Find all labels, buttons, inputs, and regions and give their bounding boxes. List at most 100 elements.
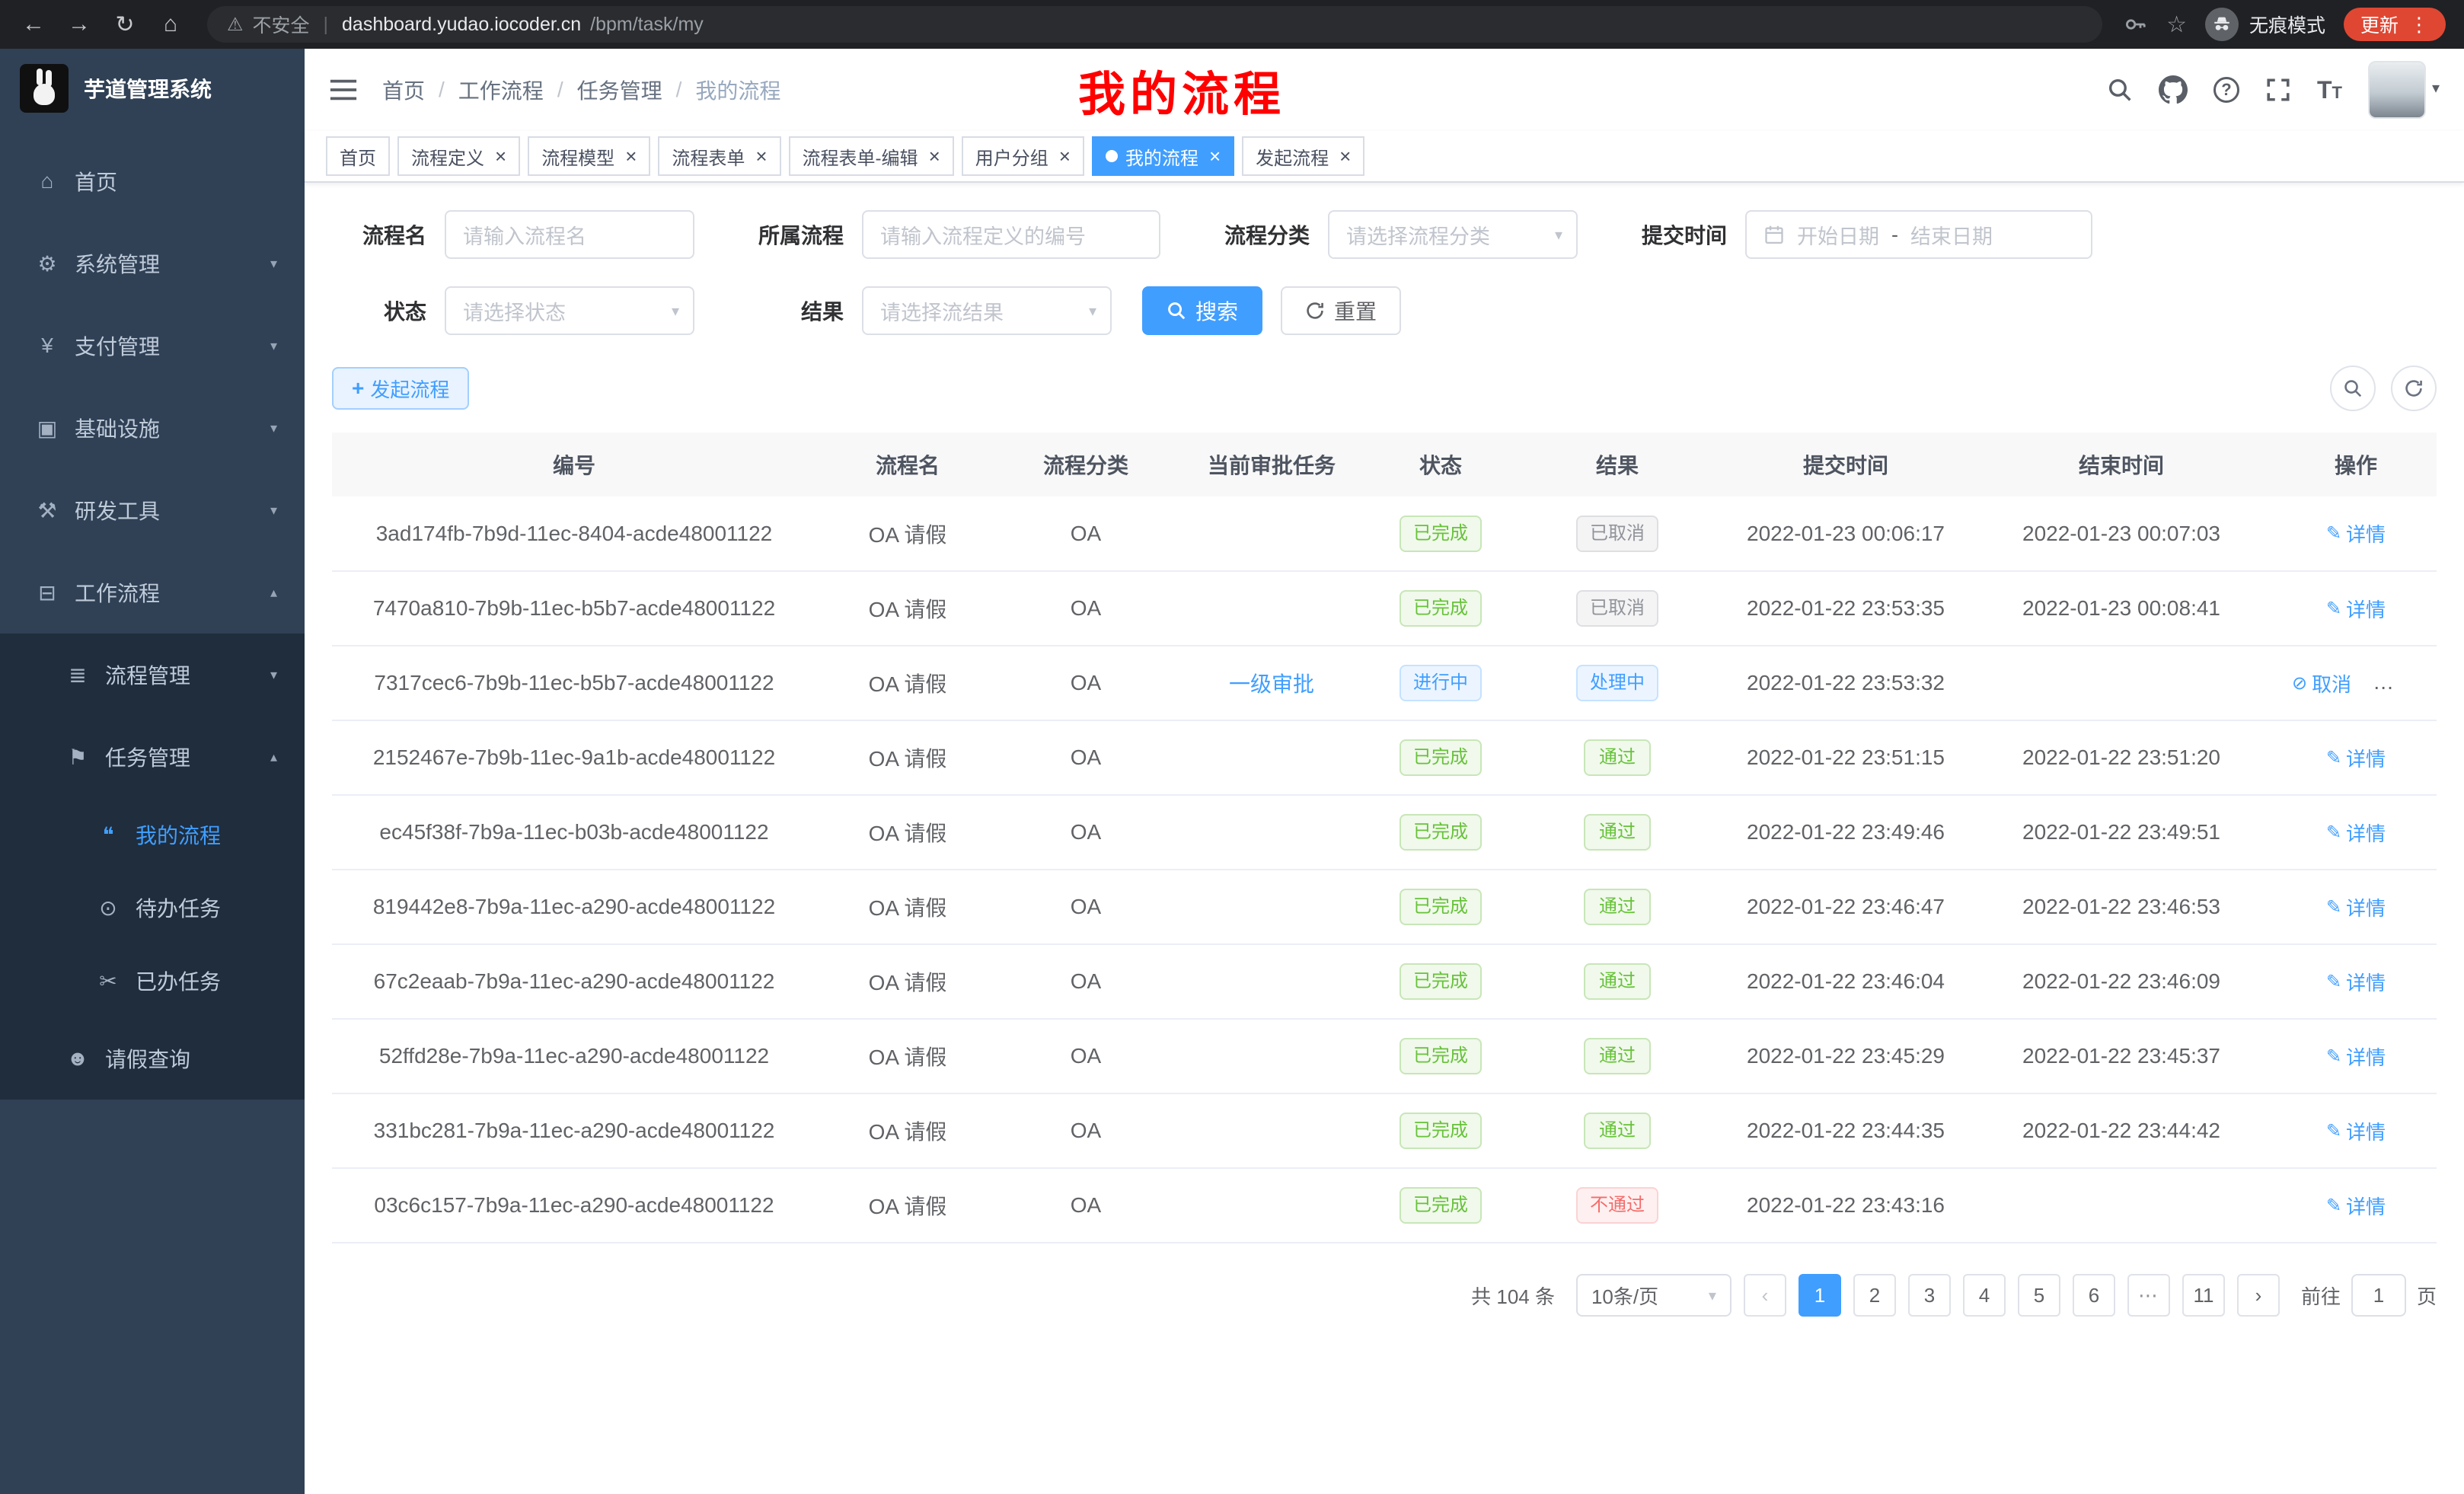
font-size-icon[interactable]: TT xyxy=(2317,76,2342,104)
todo-task-icon: ⊙ xyxy=(91,895,125,921)
user-menu[interactable]: ▾ xyxy=(2368,61,2440,119)
detail-button[interactable]: ✎详情 xyxy=(2326,1042,2386,1071)
page-button-6[interactable]: 6 xyxy=(2073,1274,2115,1317)
tab-process-model[interactable]: 流程模型× xyxy=(528,136,650,176)
sidebar-item-infrastructure[interactable]: ▣基础设施▾ xyxy=(0,387,305,469)
tab-home[interactable]: 首页 xyxy=(326,136,390,176)
detail-button[interactable]: ✎详情 xyxy=(2326,744,2386,772)
current-task-link[interactable]: 一级审批 xyxy=(1229,668,1314,698)
tab-process-form-edit[interactable]: 流程表单-编辑× xyxy=(789,136,954,176)
column-header: 编号 xyxy=(332,433,816,496)
sidebar-item-done-task[interactable]: ✂已办任务 xyxy=(0,944,305,1017)
tab-close-icon[interactable]: × xyxy=(1339,146,1351,166)
cell-current-task xyxy=(1173,944,1371,1019)
cell-current-task xyxy=(1173,720,1371,795)
page-button-5[interactable]: 5 xyxy=(2018,1274,2060,1317)
reset-button[interactable]: 重置 xyxy=(1281,286,1401,335)
page-size-select[interactable]: 10条/页 ▾ xyxy=(1576,1274,1732,1317)
hamburger-icon[interactable] xyxy=(329,78,358,102)
help-icon[interactable]: ? xyxy=(2213,77,2239,103)
status-select[interactable]: 请选择状态▾ xyxy=(445,286,694,335)
breadcrumb-item[interactable]: 首页 xyxy=(382,75,425,105)
tab-close-icon[interactable]: × xyxy=(755,146,767,166)
next-page-button[interactable]: › xyxy=(2237,1274,2280,1317)
sidebar-item-process-manage[interactable]: ≣流程管理▾ xyxy=(0,634,305,716)
sidebar-item-leave-query[interactable]: ☻请假查询 xyxy=(0,1017,305,1100)
start-process-button[interactable]: + 发起流程 xyxy=(332,367,469,410)
tab-my-process[interactable]: 我的流程× xyxy=(1092,136,1234,176)
detail-button[interactable]: ✎详情 xyxy=(2326,893,2386,921)
tab-user-group[interactable]: 用户分组× xyxy=(962,136,1084,176)
sidebar-item-home[interactable]: ⌂首页 xyxy=(0,140,305,222)
submit-time-range-picker[interactable]: 开始日期 - 结束日期 xyxy=(1745,210,2092,259)
tab-process-definition[interactable]: 流程定义× xyxy=(397,136,520,176)
show-search-button[interactable] xyxy=(2330,366,2376,411)
cell-category: OA xyxy=(999,720,1173,795)
page-more-button[interactable]: ⋯ xyxy=(2127,1274,2170,1317)
process-definition-input[interactable]: 请输入流程定义的编号 xyxy=(862,210,1160,259)
app-logo[interactable]: 芋道管理系统 xyxy=(0,49,305,128)
detail-button[interactable]: ✎详情 xyxy=(2326,595,2386,623)
sidebar-item-devtools[interactable]: ⚒研发工具▾ xyxy=(0,469,305,551)
incognito-profile-chip[interactable]: 无痕模式 xyxy=(2205,8,2325,41)
tab-close-icon[interactable]: × xyxy=(495,146,506,166)
detail-button[interactable]: ✎详情 xyxy=(2326,968,2386,996)
chevron-down-icon: ▾ xyxy=(672,302,679,321)
page-button-3[interactable]: 3 xyxy=(1908,1274,1951,1317)
sidebar-item-workflow[interactable]: ⊟工作流程▴ xyxy=(0,551,305,634)
cell-result: 已取消 xyxy=(1511,496,1724,571)
cell-id: 03c6c157-7b9a-11ec-a290-acde48001122 xyxy=(332,1168,816,1243)
devtools-icon: ⚒ xyxy=(30,498,64,523)
sidebar-item-system[interactable]: ⚙系统管理▾ xyxy=(0,222,305,305)
prev-page-button[interactable]: ‹ xyxy=(1744,1274,1786,1317)
process-name-input[interactable]: 请输入流程名 xyxy=(445,210,694,259)
sidebar-item-my-process[interactable]: ❝我的流程 xyxy=(0,798,305,871)
cell-actions: ✎详情 xyxy=(2275,795,2437,870)
cancel-button[interactable]: ⊘取消 xyxy=(2292,669,2351,698)
page-button-1[interactable]: 1 xyxy=(1799,1274,1841,1317)
search-icon[interactable] xyxy=(2107,77,2133,103)
page-button-4[interactable]: 4 xyxy=(1963,1274,2006,1317)
tab-close-icon[interactable]: × xyxy=(625,146,637,166)
sidebar-item-task-manage[interactable]: ⚑任务管理▴ xyxy=(0,716,305,798)
detail-icon: ✎ xyxy=(2326,822,2341,844)
goto-page-input[interactable]: 1 xyxy=(2351,1274,2406,1317)
cell-current-task xyxy=(1173,795,1371,870)
tab-close-icon[interactable]: × xyxy=(1209,146,1221,166)
address-bar[interactable]: ⚠ 不安全 | dashboard.yudao.iocoder.cn/bpm/t… xyxy=(207,6,2102,43)
breadcrumb-item[interactable]: 工作流程 xyxy=(458,75,544,105)
sidebar-item-todo-task[interactable]: ⊙待办任务 xyxy=(0,871,305,944)
update-button[interactable]: 更新 ⋮ xyxy=(2344,8,2446,41)
table-row: 819442e8-7b9a-11ec-a290-acde48001122OA 请… xyxy=(332,870,2437,944)
page-button-11[interactable]: 11 xyxy=(2182,1274,2225,1317)
browser-menu-kebab-icon[interactable]: ⋮ xyxy=(2409,13,2429,37)
detail-button[interactable]: ✎详情 xyxy=(2326,819,2386,847)
tab-close-icon[interactable]: × xyxy=(929,146,940,166)
goto-label: 前往 xyxy=(2301,1282,2341,1310)
detail-button[interactable]: ✎详情 xyxy=(2326,1192,2386,1220)
cell-actions: ✎详情 xyxy=(2275,1093,2437,1168)
category-select[interactable]: 请选择流程分类▾ xyxy=(1328,210,1578,259)
breadcrumb-item: 我的流程 xyxy=(695,75,780,105)
breadcrumb-item[interactable]: 任务管理 xyxy=(577,75,662,105)
refresh-table-button[interactable] xyxy=(2391,366,2437,411)
result-select[interactable]: 请选择流结果▾ xyxy=(862,286,1112,335)
search-button[interactable]: 搜索 xyxy=(1142,286,1262,335)
browser-back-icon[interactable]: ← xyxy=(12,6,55,43)
total-count: 共 104 条 xyxy=(1471,1282,1555,1310)
browser-forward-icon[interactable]: → xyxy=(58,6,101,43)
detail-button[interactable]: ✎详情 xyxy=(2326,519,2386,547)
fullscreen-icon[interactable] xyxy=(2265,77,2291,103)
password-key-icon[interactable] xyxy=(2124,12,2148,37)
tab-close-icon[interactable]: × xyxy=(1059,146,1071,166)
tab-start-process[interactable]: 发起流程× xyxy=(1242,136,1364,176)
sidebar-item-payment[interactable]: ¥支付管理▾ xyxy=(0,305,305,387)
browser-actions: ☆ 无痕模式 更新 ⋮ xyxy=(2118,8,2452,41)
detail-button[interactable]: ✎详情 xyxy=(2326,1117,2386,1145)
tab-process-form[interactable]: 流程表单× xyxy=(658,136,780,176)
page-button-2[interactable]: 2 xyxy=(1853,1274,1896,1317)
github-icon[interactable] xyxy=(2159,75,2188,104)
bookmark-star-icon[interactable]: ☆ xyxy=(2166,11,2187,38)
browser-refresh-icon[interactable]: ↻ xyxy=(104,6,146,43)
browser-home-icon[interactable]: ⌂ xyxy=(149,6,192,43)
